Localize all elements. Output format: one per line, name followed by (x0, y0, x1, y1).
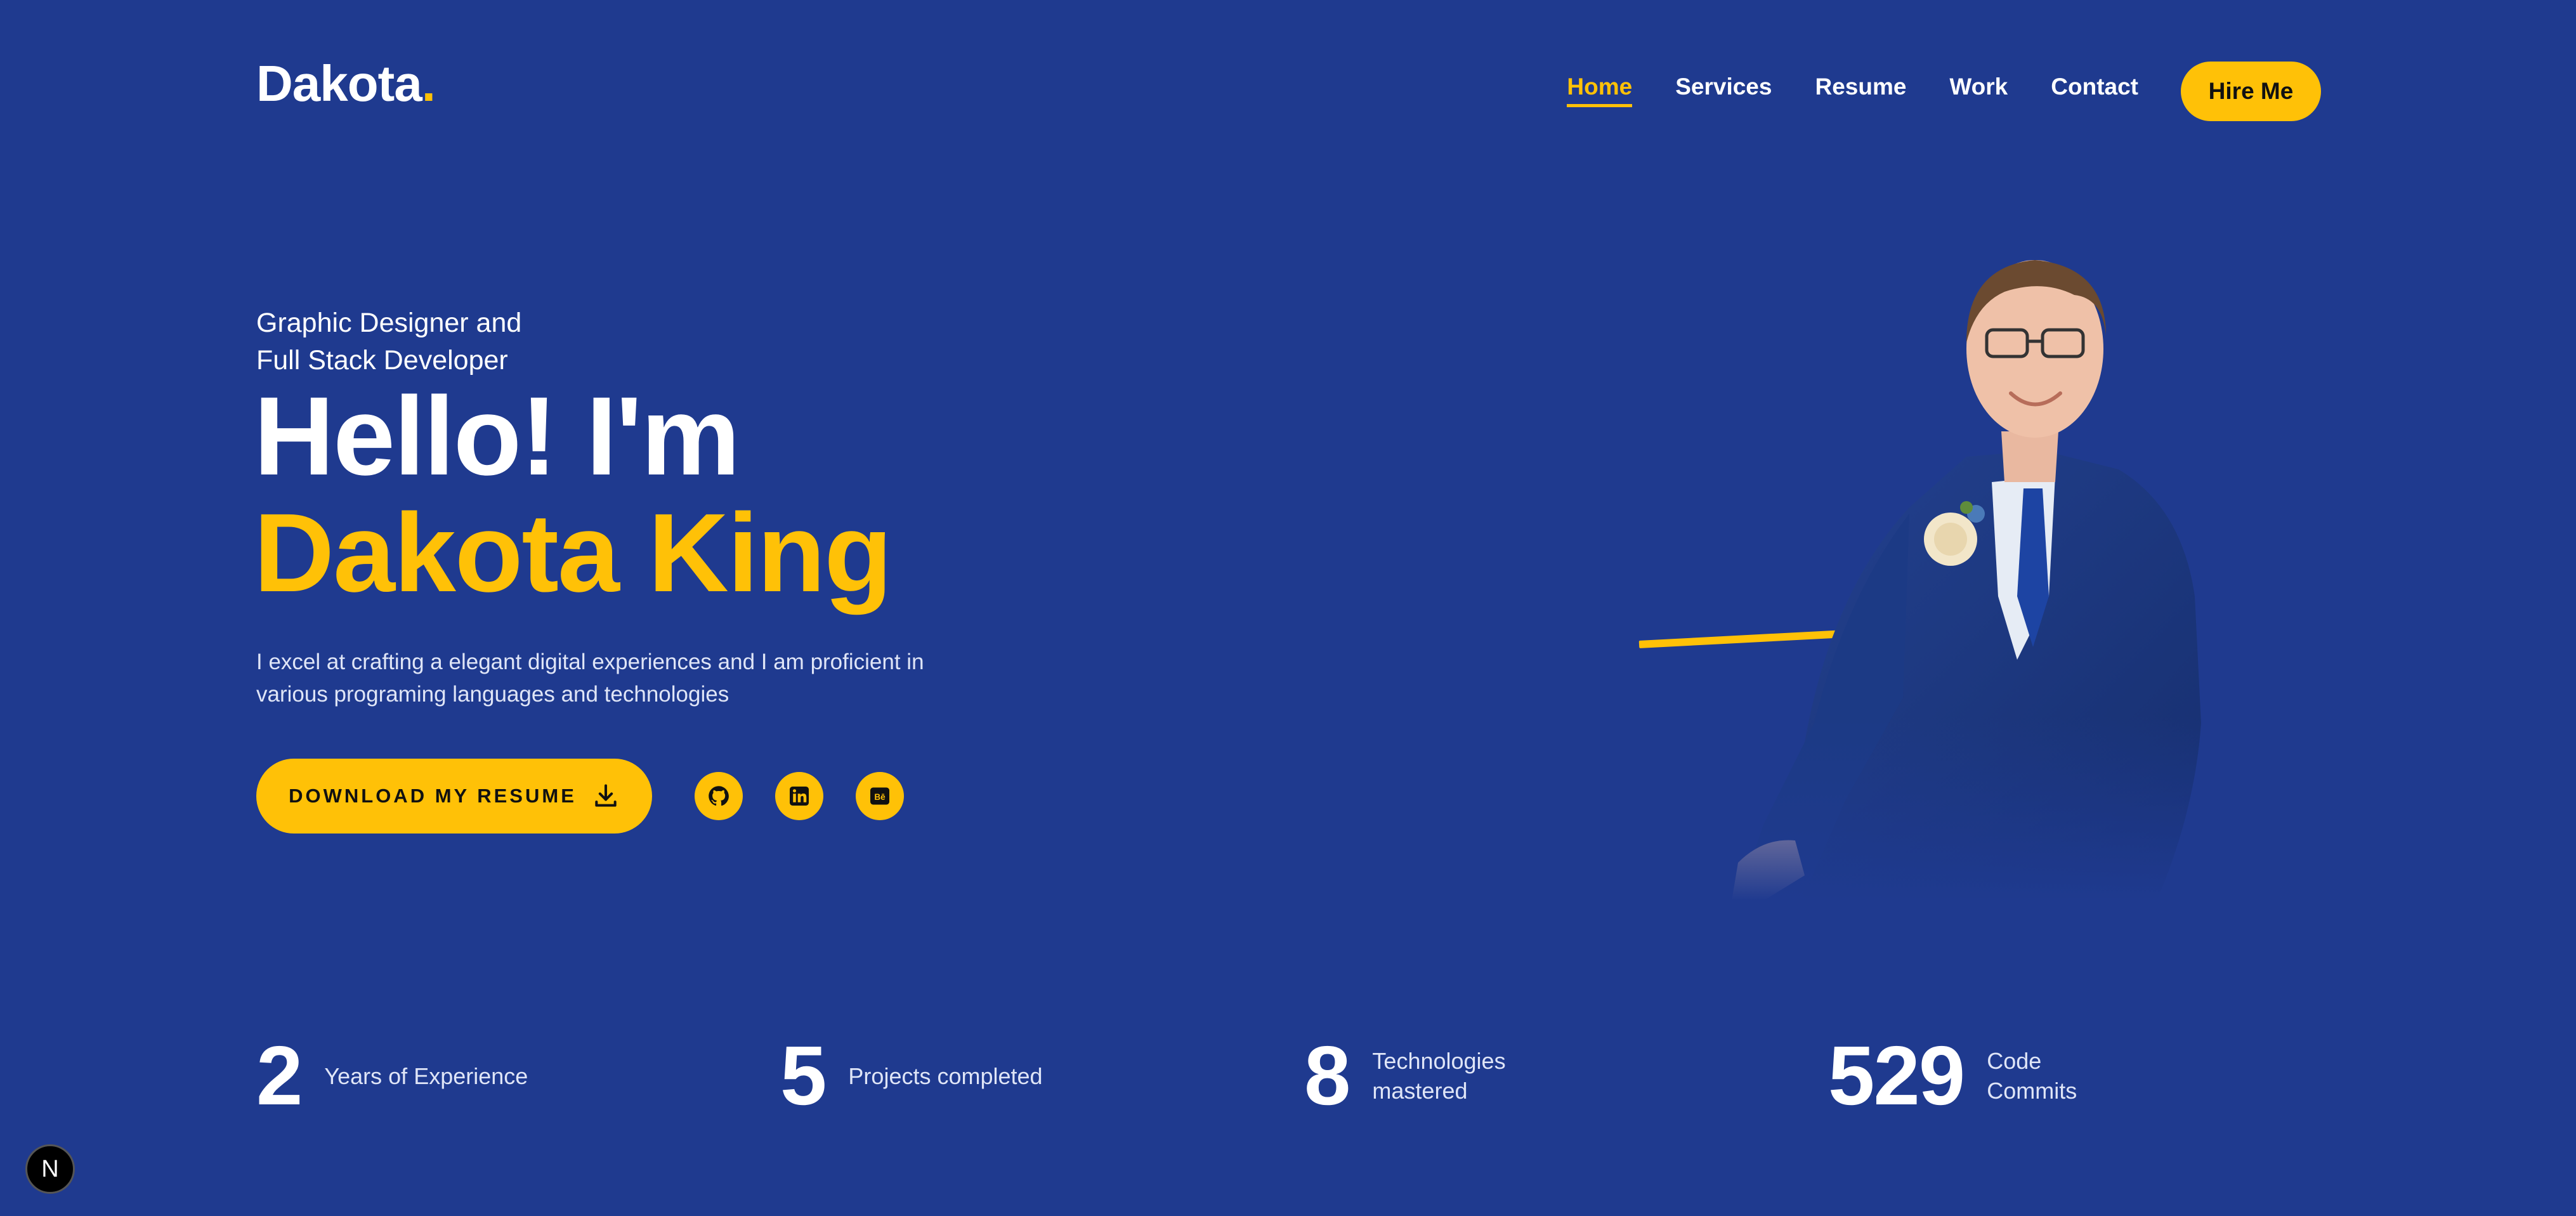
stat-experience: 2 Years of Experience (256, 1034, 528, 1118)
nav-work[interactable]: Work (1949, 75, 2008, 98)
stat-label-line-1: Years of Experience (324, 1062, 528, 1089)
stat-value: 5 (780, 1029, 827, 1122)
nav-resume[interactable]: Resume (1815, 75, 1906, 98)
stat-label: Years of Experience (324, 1061, 528, 1091)
logo-text: Dakota (256, 55, 422, 112)
hero-name: Dakota King (254, 491, 892, 615)
download-icon (595, 784, 617, 807)
dev-tools-badge[interactable]: N (25, 1144, 75, 1194)
profile-photo (1637, 241, 2296, 901)
stat-label: Projects completed (848, 1061, 1042, 1091)
hero-subtitle: Graphic Designer and Full Stack Develope… (256, 304, 521, 379)
svg-text:Bē: Bē (874, 792, 886, 802)
hero-description: I excel at crafting a elegant digital ex… (256, 650, 924, 707)
stat-label-line-1: Projects completed (848, 1062, 1043, 1089)
stat-label-line-1: Technologies (1372, 1048, 1506, 1074)
stat-value: 529 (1828, 1029, 1965, 1122)
logo[interactable]: Dakota. (256, 55, 436, 112)
stat-label-line-2: Commits (1987, 1078, 2077, 1104)
linkedin-icon (790, 787, 809, 806)
behance-icon: Bē (870, 787, 889, 805)
nav-services[interactable]: Services (1675, 75, 1772, 98)
stat-value: 2 (256, 1029, 303, 1122)
download-resume-button[interactable]: DOWNLOAD MY RESUME (256, 759, 652, 834)
github-icon (709, 786, 729, 806)
hero-greeting: Hello! I'm (254, 374, 740, 499)
stat-value: 8 (1304, 1029, 1350, 1122)
linkedin-link[interactable] (775, 772, 823, 820)
nav-contact[interactable]: Contact (2051, 75, 2138, 98)
stat-label: Code Commits (1987, 1046, 2077, 1106)
behance-link[interactable]: Bē (856, 772, 904, 820)
hire-me-button[interactable]: Hire Me (2181, 62, 2321, 121)
stat-commits: 529 Code Commits (1828, 1034, 2077, 1118)
stat-projects: 5 Projects completed (780, 1034, 1043, 1118)
stat-label-line-2: mastered (1372, 1078, 1468, 1104)
subtitle-line-1: Graphic Designer and (256, 308, 522, 338)
stat-technologies: 8 Technologies mastered (1304, 1034, 1506, 1118)
github-link[interactable] (695, 772, 743, 820)
main-nav: Home Services Resume Work Contact (1567, 75, 2138, 107)
stat-label-line-1: Code (1987, 1048, 2042, 1074)
stat-label: Technologies mastered (1372, 1046, 1505, 1106)
nav-home[interactable]: Home (1567, 75, 1632, 107)
logo-dot: . (421, 55, 436, 112)
download-resume-label: DOWNLOAD MY RESUME (289, 785, 577, 807)
